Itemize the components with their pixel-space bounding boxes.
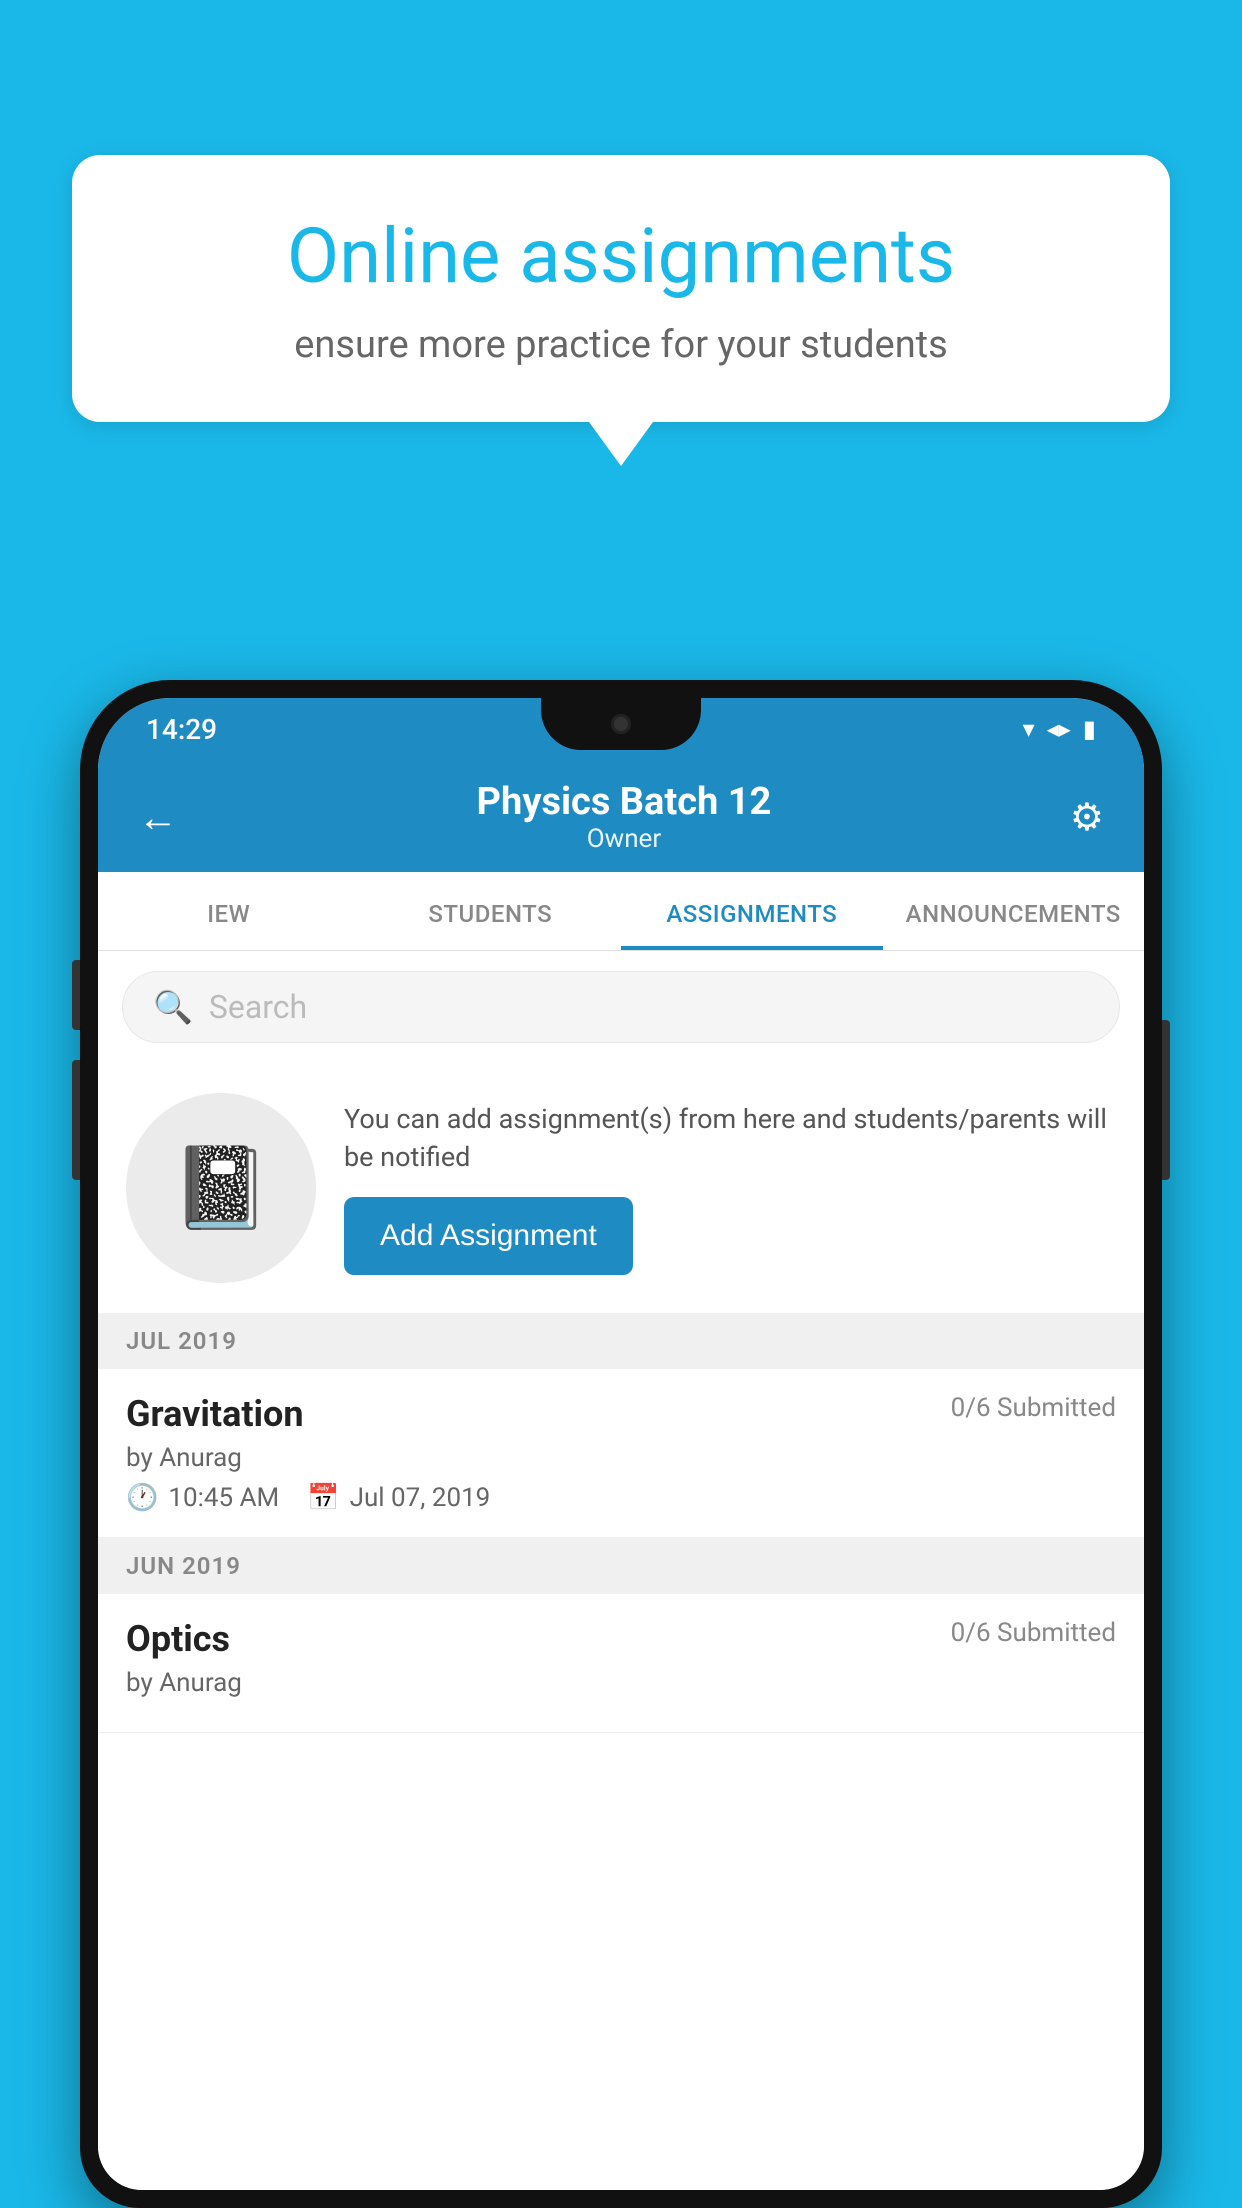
signal-icon: ◂▸: [1047, 715, 1071, 743]
side-button-power: [72, 960, 80, 1030]
assignment-header: Gravitation 0/6 Submitted: [126, 1393, 1116, 1435]
wifi-icon: ▾: [1023, 715, 1035, 743]
camera: [611, 714, 631, 734]
header-title: Physics Batch 12: [477, 780, 772, 824]
phone-notch: [541, 698, 701, 750]
search-bar[interactable]: 🔍 Search: [122, 971, 1120, 1043]
status-icons: ▾ ◂▸ ▮: [1023, 715, 1096, 743]
notebook-icon: 📓: [171, 1141, 271, 1235]
assignment-by: by Anurag: [126, 1443, 1116, 1473]
meta-time: 🕐 10:45 AM: [126, 1483, 279, 1513]
assignment-date: Jul 07, 2019: [350, 1483, 491, 1513]
promo-icon-circle: 📓: [126, 1093, 316, 1283]
side-button-right: [1162, 1020, 1170, 1180]
search-placeholder: Search: [209, 988, 307, 1026]
assignment-name-optics: Optics: [126, 1618, 230, 1660]
phone-screen: 14:29 ▾ ◂▸ ▮ ← Physics Batch 12 Owner ⚙ …: [98, 698, 1144, 2190]
assignment-item-gravitation[interactable]: Gravitation 0/6 Submitted by Anurag 🕐 10…: [98, 1369, 1144, 1538]
app-header: ← Physics Batch 12 Owner ⚙: [98, 760, 1144, 872]
calendar-icon: 📅: [307, 1483, 339, 1513]
month-separator-jun: JUN 2019: [98, 1538, 1144, 1594]
back-button[interactable]: ←: [138, 794, 178, 841]
assignment-promo: 📓 You can add assignment(s) from here an…: [98, 1063, 1144, 1313]
search-container: 🔍 Search: [98, 951, 1144, 1063]
tab-assignments[interactable]: ASSIGNMENTS: [621, 872, 883, 950]
phone-frame: 14:29 ▾ ◂▸ ▮ ← Physics Batch 12 Owner ⚙ …: [80, 680, 1162, 2208]
settings-button[interactable]: ⚙: [1070, 795, 1104, 840]
search-icon: 🔍: [153, 988, 193, 1026]
add-assignment-button[interactable]: Add Assignment: [344, 1197, 633, 1275]
speech-bubble-tail: [589, 422, 653, 466]
promo-content: You can add assignment(s) from here and …: [344, 1101, 1116, 1275]
status-time: 14:29: [146, 713, 217, 746]
speech-bubble-card: Online assignments ensure more practice …: [72, 155, 1170, 422]
bubble-title: Online assignments: [142, 215, 1100, 299]
month-separator-jul: JUL 2019: [98, 1313, 1144, 1369]
side-button-volume: [72, 1060, 80, 1180]
assignment-name: Gravitation: [126, 1393, 304, 1435]
tab-iew[interactable]: IEW: [98, 872, 360, 950]
assignment-time: 10:45 AM: [168, 1483, 279, 1513]
header-subtitle: Owner: [477, 824, 772, 854]
promo-description: You can add assignment(s) from here and …: [344, 1101, 1116, 1177]
assignment-item-optics[interactable]: Optics 0/6 Submitted by Anurag: [98, 1594, 1144, 1733]
header-center: Physics Batch 12 Owner: [477, 780, 772, 854]
assignment-submitted: 0/6 Submitted: [951, 1393, 1116, 1423]
tab-bar: IEW STUDENTS ASSIGNMENTS ANNOUNCEMENTS: [98, 872, 1144, 951]
meta-date: 📅 Jul 07, 2019: [307, 1483, 490, 1513]
content-area: 🔍 Search 📓 You can add assignment(s) fro…: [98, 951, 1144, 2190]
assignment-header-optics: Optics 0/6 Submitted: [126, 1618, 1116, 1660]
assignment-submitted-optics: 0/6 Submitted: [951, 1618, 1116, 1648]
assignment-by-optics: by Anurag: [126, 1668, 1116, 1698]
battery-icon: ▮: [1083, 715, 1096, 743]
clock-icon: 🕐: [126, 1483, 158, 1513]
tab-announcements[interactable]: ANNOUNCEMENTS: [883, 872, 1145, 950]
bubble-subtitle: ensure more practice for your students: [142, 323, 1100, 367]
assignment-meta: 🕐 10:45 AM 📅 Jul 07, 2019: [126, 1483, 1116, 1513]
speech-bubble-section: Online assignments ensure more practice …: [72, 155, 1170, 466]
tab-students[interactable]: STUDENTS: [360, 872, 622, 950]
